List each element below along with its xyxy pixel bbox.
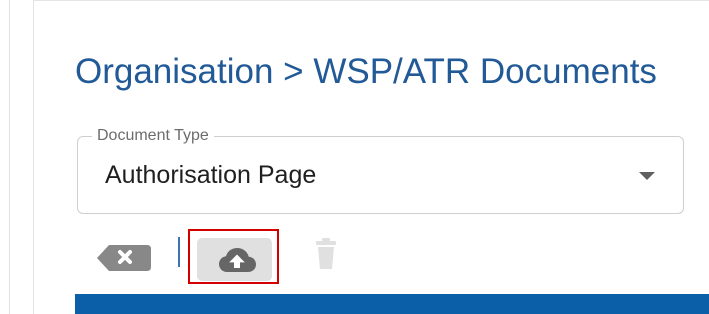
dropdown-arrow-icon[interactable] [639,172,655,180]
document-type-select[interactable]: Document Type Authorisation Page [77,126,684,214]
backspace-x-icon [97,245,151,271]
page-canvas: Organisation > WSP/ATR Documents Documen… [0,0,709,314]
upload-button[interactable] [197,238,272,281]
document-type-label: Document Type [92,126,214,146]
documents-table-header [75,294,709,314]
page-title: Organisation > WSP/ATR Documents [75,52,657,91]
trash-icon [316,238,336,269]
document-type-value: Authorisation Page [105,161,317,189]
upload-highlight-box [188,229,279,284]
left-border-line [9,0,10,314]
delete-button[interactable] [314,237,338,271]
clear-button[interactable] [95,239,153,277]
content-top-border [33,0,709,1]
cloud-upload-icon [219,248,256,272]
document-toolbar [95,229,355,285]
content-left-border [33,0,34,314]
toolbar-divider [178,237,180,267]
